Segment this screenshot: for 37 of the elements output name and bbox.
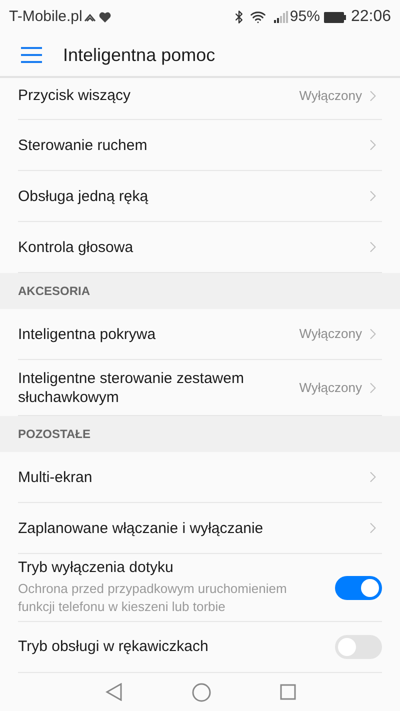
settings-row[interactable]: Obsługa jedną ręką — [18, 171, 382, 222]
setting-label: Obsługa jedną ręką — [18, 186, 150, 206]
wifi-icon — [250, 9, 266, 25]
heart-icon — [99, 12, 112, 22]
section-header: POZOSTAŁE — [18, 426, 90, 443]
toggle-switch[interactable] — [335, 576, 382, 600]
app-title: Inteligentna pomoc — [63, 44, 216, 67]
clock: 22:06 — [350, 7, 391, 27]
menu-icon[interactable] — [21, 47, 42, 63]
setting-value: Wyłączony — [299, 86, 362, 105]
setting-description: Ochrona przed przypadkowym uruchomieniem funkcji telefonu w kieszeni lub torbie — [18, 580, 288, 616]
setting-label: Zaplanowane włączanie i wyłączanie — [18, 518, 264, 538]
mountain-icon — [84, 12, 96, 22]
setting-label: Multi-ekran — [18, 468, 94, 486]
toggle-switch[interactable] — [335, 635, 382, 659]
settings-row[interactable]: Przycisk wiszący Wyłączony — [18, 78, 382, 120]
recents-icon[interactable] — [280, 684, 296, 700]
settings-row[interactable]: Inteligentna pokrywa Wyłączony — [18, 309, 382, 360]
setting-label: Kontrola głosowa — [18, 238, 134, 256]
settings-row[interactable]: Multi-ekran — [18, 452, 382, 503]
setting-value: Wyłączony — [299, 378, 362, 397]
setting-label: Inteligentna pokrywa — [18, 324, 157, 344]
settings-row[interactable]: Zaplanowane włączanie i wyłączanie — [18, 503, 382, 554]
back-icon[interactable] — [104, 683, 122, 701]
setting-label: Tryb obsługi w rękawiczkach — [18, 638, 210, 656]
setting-label: Przycisk wiszący — [18, 86, 132, 105]
battery-percent: 95% — [290, 6, 320, 27]
setting-label: Inteligentne sterowanie zestawem słuchawkowym — [18, 368, 245, 406]
signal-icon — [274, 11, 288, 23]
setting-label: Tryb wyłączenia dotyku — [18, 559, 174, 578]
home-icon[interactable] — [192, 682, 210, 702]
section-header: AKCESORIA — [18, 283, 90, 300]
settings-row[interactable]: Sterowanie ruchem — [18, 120, 382, 171]
setting-label: Sterowanie ruchem — [18, 136, 148, 154]
carrier-name: T-Mobile.pl — [9, 6, 82, 27]
setting-value: Wyłączony — [299, 325, 362, 344]
battery-icon — [324, 12, 346, 22]
